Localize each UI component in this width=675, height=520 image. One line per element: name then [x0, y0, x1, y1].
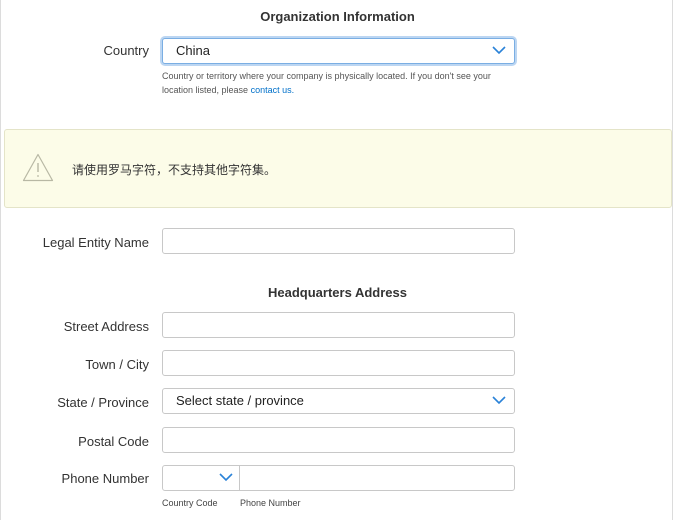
country-helper-body: Country or territory where your company …	[162, 71, 491, 95]
contact-us-link[interactable]: contact us.	[251, 85, 295, 95]
town-city-input[interactable]	[162, 350, 515, 376]
country-code-caption: Country Code	[162, 498, 218, 508]
roman-characters-warning: 请使用罗马字符，不支持其他字符集。	[4, 129, 672, 208]
warning-message: 请使用罗马字符，不支持其他字符集。	[72, 163, 277, 177]
postal-code-label: Postal Code	[78, 434, 149, 449]
street-address-input[interactable]	[162, 312, 515, 338]
organization-section-title: Organization Information	[260, 9, 415, 24]
chevron-down-icon	[219, 473, 233, 482]
phone-number-caption: Phone Number	[240, 498, 301, 508]
phone-number-input[interactable]	[239, 465, 515, 491]
state-province-select[interactable]: Select state / province	[162, 388, 515, 414]
form-panel: Organization Information Country China C…	[0, 0, 673, 520]
state-province-value: Select state / province	[176, 393, 304, 408]
country-code-select[interactable]	[162, 465, 240, 491]
country-label: Country	[103, 43, 149, 58]
chevron-down-icon	[492, 46, 506, 55]
warning-triangle-icon	[22, 153, 54, 182]
country-select[interactable]: China	[162, 38, 515, 64]
phone-number-label: Phone Number	[61, 471, 149, 486]
country-select-value: China	[176, 43, 210, 58]
state-province-label: State / Province	[57, 395, 149, 410]
legal-entity-label: Legal Entity Name	[42, 235, 149, 250]
country-helper-text: Country or territory where your company …	[162, 69, 522, 97]
town-city-label: Town / City	[85, 357, 149, 372]
chevron-down-icon	[492, 396, 506, 405]
legal-entity-input[interactable]	[162, 228, 515, 254]
headquarters-section-title: Headquarters Address	[268, 285, 407, 300]
postal-code-input[interactable]	[162, 427, 515, 453]
street-address-label: Street Address	[63, 319, 149, 334]
